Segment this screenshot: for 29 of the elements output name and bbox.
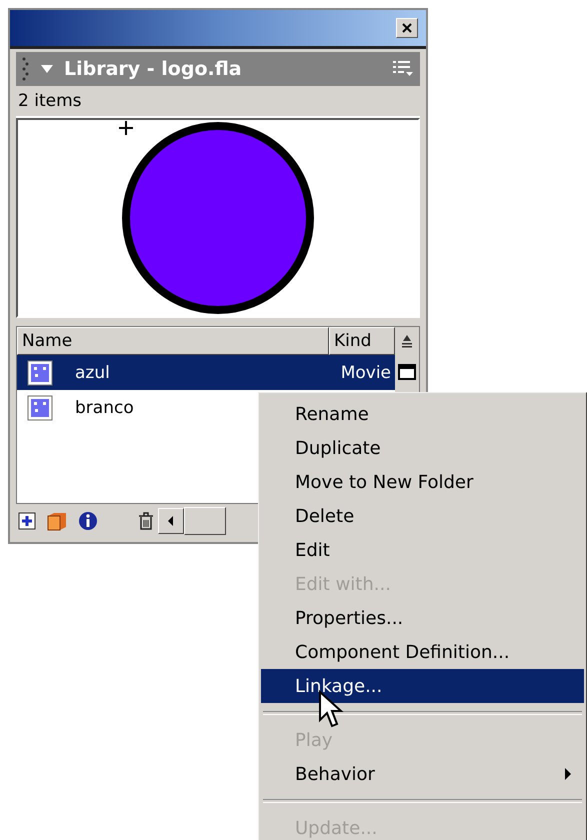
column-header[interactable]: Kind [329, 327, 395, 355]
menu-item[interactable]: Edit [261, 533, 584, 567]
submenu-arrow-icon [564, 767, 572, 781]
menu-item[interactable]: Linkage... [261, 669, 584, 703]
scrollbar-thumb[interactable] [184, 507, 226, 535]
close-icon [401, 22, 413, 34]
options-menu-icon[interactable] [392, 60, 414, 78]
column-header[interactable]: Name [17, 327, 329, 355]
menu-item[interactable]: Properties... [261, 601, 584, 635]
new-symbol-icon[interactable] [18, 512, 36, 530]
menu-item[interactable]: Move to New Folder [261, 465, 584, 499]
left-arrow-icon [167, 515, 175, 527]
menu-item[interactable]: Delete [261, 499, 584, 533]
panel-title: Library - logo.fla [64, 58, 243, 80]
grip-icon[interactable] [22, 56, 30, 82]
info-icon[interactable] [78, 511, 98, 531]
menu-item[interactable]: Component Definition... [261, 635, 584, 669]
menu-item[interactable]: Behavior [261, 757, 584, 791]
close-button[interactable] [396, 18, 418, 38]
menu-item[interactable]: Duplicate [261, 431, 584, 465]
trash-icon[interactable] [136, 511, 156, 531]
movie-clip-icon [27, 394, 53, 420]
menu-item[interactable]: Rename [261, 397, 584, 431]
crosshair-icon [118, 120, 134, 136]
movie-clip-icon [27, 360, 53, 386]
collapse-arrow-icon[interactable] [40, 64, 54, 74]
window-icon[interactable] [397, 363, 417, 381]
library-item[interactable]: azul Movie [17, 355, 395, 390]
scroll-left-button[interactable] [158, 508, 184, 534]
